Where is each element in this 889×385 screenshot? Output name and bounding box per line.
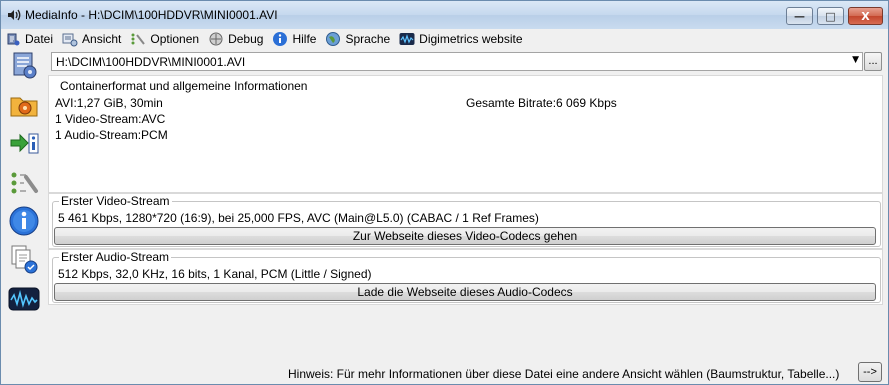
container-format-text: AVI:1,27 GiB, 30min bbox=[55, 96, 163, 110]
browse-button[interactable]: ... bbox=[864, 52, 882, 71]
video-stream-count-text: 1 Video-Stream:AVC bbox=[55, 112, 166, 126]
video-group: Erster Video-Stream 5 461 Kbps, 1280*720… bbox=[52, 195, 881, 247]
window-title: MediaInfo - H:\DCIM\100HDDVR\MINI0001.AV… bbox=[25, 8, 278, 22]
browse-button-label: ... bbox=[868, 55, 878, 67]
video-codec-website-button[interactable]: Zur Webseite dieses Video-Codecs gehen bbox=[54, 227, 876, 245]
view-hint-text: Hinweis: Für mehr Informationen über die… bbox=[288, 367, 840, 381]
mediainfo-app-icon bbox=[6, 8, 22, 22]
more-views-button[interactable]: --> bbox=[858, 362, 882, 382]
menu-ansicht[interactable]: Ansicht bbox=[58, 29, 126, 48]
export-tool-button[interactable] bbox=[7, 128, 41, 160]
menu-label: Digimetrics website bbox=[419, 31, 523, 46]
video-section-title: Erster Video-Stream bbox=[59, 194, 172, 208]
menu-optionen[interactable]: Optionen bbox=[126, 29, 204, 48]
menu-sprache[interactable]: Sprache bbox=[321, 29, 395, 48]
knowledge-base-tool-button[interactable] bbox=[7, 244, 41, 276]
file-path-value: H:\DCIM\100HDDVR\MINI0001.AVI bbox=[56, 55, 246, 69]
general-section-title: Containerformat und allgemeine Informati… bbox=[58, 79, 310, 93]
audio-panel: Erster Audio-Stream 512 Kbps, 32,0 KHz, … bbox=[48, 249, 883, 305]
main-content: H:\DCIM\100HDDVR\MINI0001.AVI ▼ ... Cont… bbox=[48, 49, 883, 384]
minimize-button[interactable]: — bbox=[786, 7, 813, 25]
debug-icon bbox=[208, 31, 224, 47]
open-file-icon bbox=[8, 49, 40, 84]
documents-icon bbox=[8, 243, 40, 278]
maximize-button[interactable]: □ bbox=[817, 7, 844, 25]
folder-icon bbox=[8, 89, 40, 124]
menu-label: Optionen bbox=[150, 31, 200, 46]
view-icon bbox=[62, 31, 78, 47]
audio-details-text: 512 Kbps, 32,0 KHz, 16 bits, 1 Kanal, PC… bbox=[58, 267, 372, 281]
preferences-icon bbox=[8, 167, 40, 202]
audio-codec-button-label: Lade die Webseite dieses Audio-Codecs bbox=[357, 285, 573, 299]
file-icon bbox=[5, 31, 21, 47]
menu-label: Ansicht bbox=[82, 31, 122, 46]
menu-hilfe[interactable]: Hilfe bbox=[268, 29, 321, 48]
minimize-icon: — bbox=[794, 9, 805, 23]
digimetrics-tool-button[interactable] bbox=[7, 284, 41, 316]
maximize-icon: □ bbox=[825, 9, 836, 23]
audio-codec-website-button[interactable]: Lade die Webseite dieses Audio-Codecs bbox=[54, 283, 876, 301]
info-icon bbox=[8, 205, 40, 240]
close-button[interactable]: X bbox=[848, 7, 883, 25]
waveform-icon bbox=[8, 283, 40, 318]
audio-section-title: Erster Audio-Stream bbox=[59, 250, 172, 264]
menu-label: Debug bbox=[228, 31, 264, 46]
menu-digimetrics-website[interactable]: Digimetrics website bbox=[395, 29, 527, 48]
overall-bitrate-text: Gesamte Bitrate:6 069 Kbps bbox=[466, 96, 617, 110]
general-panel: Containerformat und allgemeine Informati… bbox=[48, 75, 883, 193]
video-details-text: 5 461 Kbps, 1280*720 (16:9), bei 25,000 … bbox=[58, 211, 539, 225]
audio-stream-count-text: 1 Audio-Stream:PCM bbox=[55, 128, 168, 142]
general-group: Containerformat und allgemeine Informati… bbox=[52, 79, 881, 192]
title-bar[interactable]: MediaInfo - H:\DCIM\100HDDVR\MINI0001.AV… bbox=[1, 1, 888, 29]
menu-label: Hilfe bbox=[292, 31, 317, 46]
open-folder-tool-button[interactable] bbox=[7, 90, 41, 122]
help-icon bbox=[272, 31, 288, 47]
more-views-button-label: --> bbox=[863, 366, 877, 378]
menu-datei[interactable]: Datei bbox=[1, 29, 58, 48]
preferences-tool-button[interactable] bbox=[7, 168, 41, 200]
menu-label: Datei bbox=[25, 31, 54, 46]
video-codec-button-label: Zur Webseite dieses Video-Codecs gehen bbox=[352, 229, 578, 243]
close-icon: X bbox=[861, 9, 870, 23]
options-icon bbox=[130, 31, 146, 47]
menu-bar: Datei Ansicht Optionen Debug Hilfe Sprac… bbox=[1, 29, 888, 48]
digimetrics-icon bbox=[399, 31, 415, 47]
main-window: MediaInfo - H:\DCIM\100HDDVR\MINI0001.AV… bbox=[0, 0, 889, 385]
left-toolbar bbox=[1, 48, 47, 384]
dropdown-arrow-icon: ▼ bbox=[852, 55, 859, 65]
menu-label: Sprache bbox=[345, 31, 391, 46]
menu-debug[interactable]: Debug bbox=[204, 29, 268, 48]
export-icon bbox=[8, 127, 40, 162]
file-select-combobox[interactable]: H:\DCIM\100HDDVR\MINI0001.AVI ▼ bbox=[51, 52, 863, 71]
video-panel: Erster Video-Stream 5 461 Kbps, 1280*720… bbox=[48, 193, 883, 249]
about-tool-button[interactable] bbox=[7, 206, 41, 238]
audio-group: Erster Audio-Stream 512 Kbps, 32,0 KHz, … bbox=[52, 251, 881, 303]
open-file-tool-button[interactable] bbox=[7, 50, 41, 82]
language-icon bbox=[325, 31, 341, 47]
